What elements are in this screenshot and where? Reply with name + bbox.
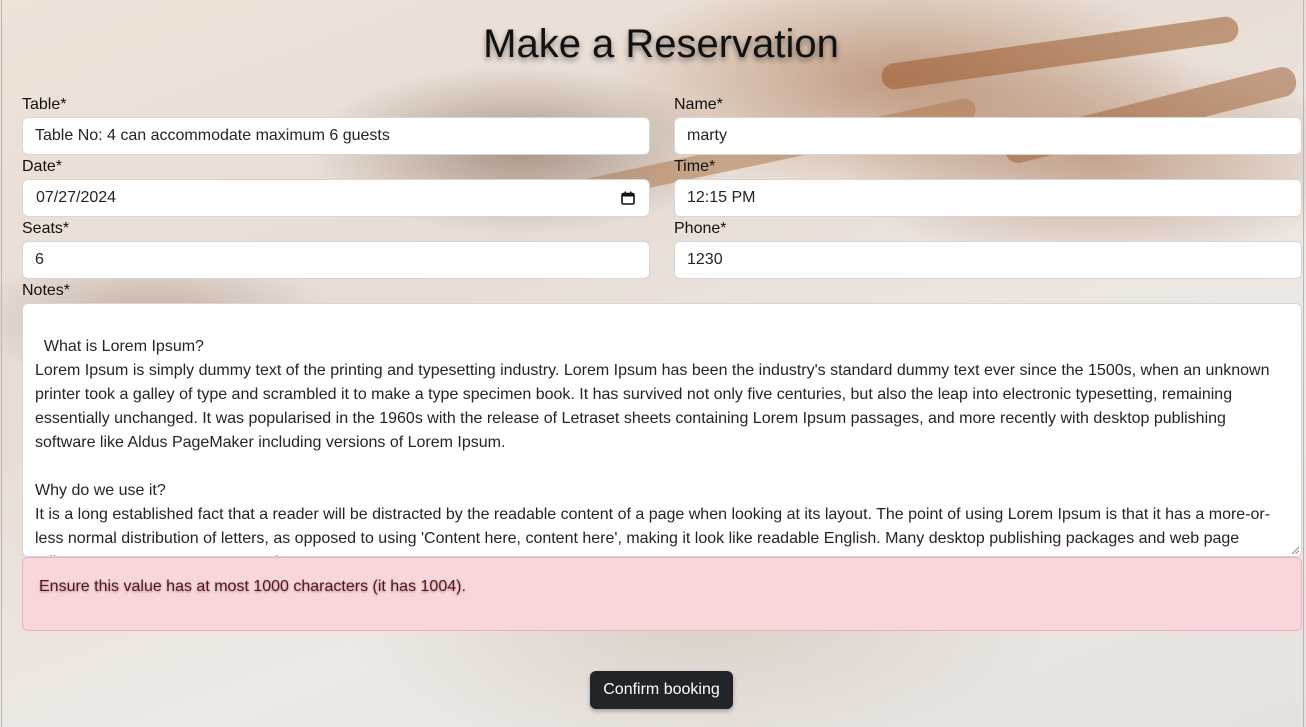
notes-textarea[interactable]: What is Lorem Ipsum? Lorem Ipsum is simp… bbox=[22, 303, 1302, 557]
table-label: Table* bbox=[22, 96, 67, 113]
time-input[interactable]: 12:15 PM bbox=[674, 179, 1302, 217]
notes-value: What is Lorem Ipsum? Lorem Ipsum is simp… bbox=[35, 338, 1271, 556]
calendar-icon[interactable] bbox=[621, 191, 635, 205]
phone-input[interactable]: 1230 bbox=[674, 241, 1302, 279]
date-label: Date* bbox=[22, 158, 63, 175]
confirm-booking-button[interactable]: Confirm booking bbox=[590, 671, 733, 709]
time-label: Time* bbox=[674, 158, 716, 175]
error-message: Ensure this value has at most 1000 chara… bbox=[39, 578, 466, 595]
seats-input[interactable]: 6 bbox=[22, 241, 650, 279]
table-select[interactable]: Table No: 4 can accommodate maximum 6 gu… bbox=[22, 117, 650, 155]
error-alert: Ensure this value has at most 1000 chara… bbox=[22, 557, 1302, 631]
page-title: Make a Reservation bbox=[483, 22, 839, 66]
date-input[interactable]: 07/27/2024 bbox=[22, 179, 650, 217]
notes-label: Notes* bbox=[22, 282, 71, 299]
phone-label: Phone* bbox=[674, 220, 727, 237]
name-input[interactable]: marty bbox=[674, 117, 1302, 155]
name-label: Name* bbox=[674, 96, 723, 113]
date-value: 07/27/2024 bbox=[36, 189, 117, 206]
resize-grip-icon[interactable] bbox=[1291, 546, 1299, 554]
seats-label: Seats* bbox=[22, 220, 70, 237]
